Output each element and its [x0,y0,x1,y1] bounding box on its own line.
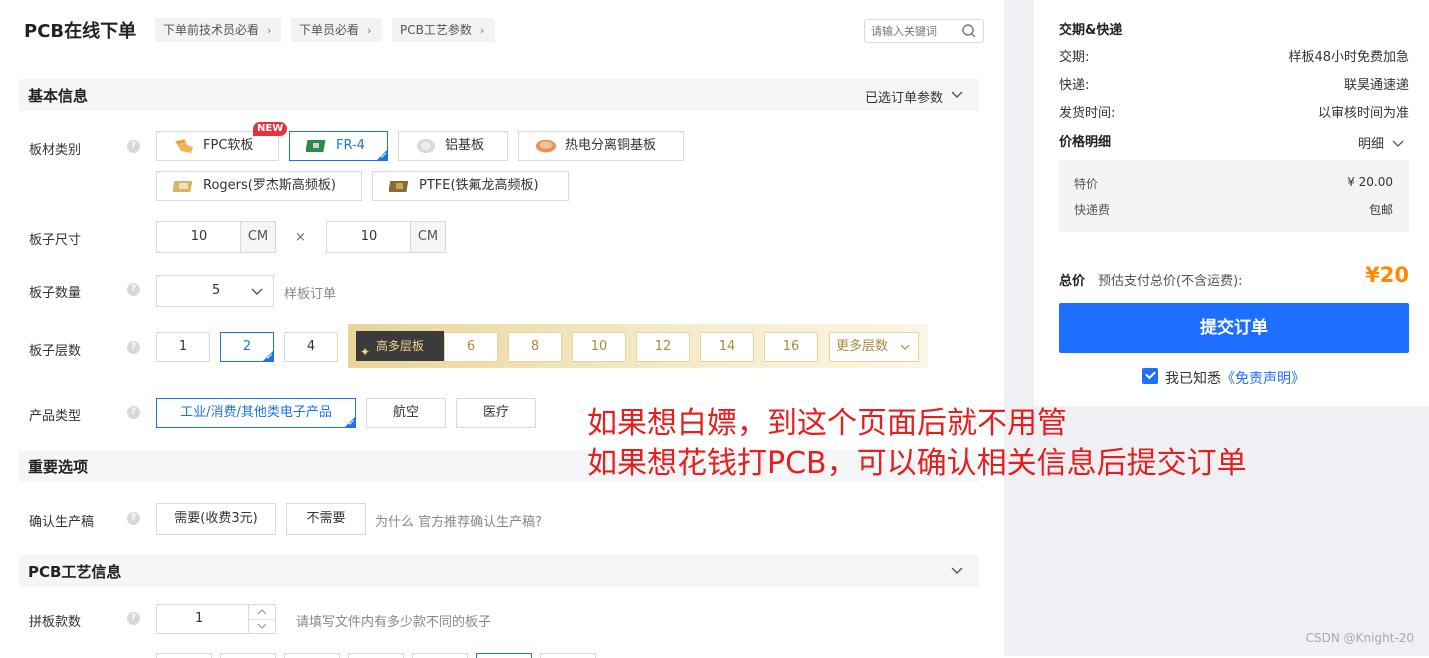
layer-option-8[interactable]: 8 [508,332,562,362]
chevron-down-icon [251,288,263,295]
delivery-key: 交期: [1059,50,1090,65]
ship-time-key: 发货时间: [1059,106,1116,121]
ptfe-board-icon [389,181,409,192]
panel-count-stepper[interactable]: 1 [156,604,276,634]
help-icon[interactable]: ? [127,140,140,153]
stepper-buttons [248,605,275,633]
shipping-fee-value: 包邮 [1368,203,1393,217]
chevron-down-icon[interactable] [257,621,267,631]
quantity-label: 板子数量 [29,286,82,301]
confirm-option-yes[interactable]: 需要(收费3元) [156,503,276,535]
special-price-value: ¥ 20.00 [1347,175,1393,189]
special-price-key: 特价 [1074,177,1099,191]
material-option-ptfe[interactable]: PTFE(铁氟龙高频板) [372,171,569,201]
layer-option-12[interactable]: 12 [636,332,690,362]
sparkle-icon: ✦ [360,345,371,359]
panel-count-hint: 请填写文件内有多少款不同的板子 [296,615,492,630]
quantity-select[interactable]: 5 [156,275,274,307]
help-icon[interactable]: ? [127,341,140,354]
breadcrumb-order-guide[interactable]: 下单员必看 › [291,18,382,42]
price-detail-box: 特价 ¥ 20.00 快递费 包邮 [1059,160,1409,232]
chevron-down-icon [900,344,910,350]
confirm-label: 确认生产稿 [29,515,95,530]
chevron-down-icon[interactable] [949,86,965,102]
agree-text: 我已知悉《免责声明》 [1165,371,1305,387]
layer-option-2[interactable]: 2 [220,332,274,362]
help-icon[interactable]: ? [127,612,140,625]
chevron-down-icon[interactable] [949,562,965,578]
breadcrumb-tech-guide[interactable]: 下单前技术员必看 › [155,18,281,42]
height-input[interactable]: 10 CM [326,221,446,253]
section-basic-info[interactable]: 基本信息 已选订单参数 [19,79,979,111]
ship-time-value: 以审核时间为准 [1317,106,1409,121]
express-value: 联昊通速递 [1343,78,1409,93]
fpc-board-icon [175,139,193,153]
panel-count-label: 拼板款数 [29,615,82,630]
price-title: 价格明细 [1059,135,1112,150]
help-icon[interactable]: ? [127,512,140,525]
confirm-option-no[interactable]: 不需要 [286,503,366,535]
breadcrumb-pcb-params[interactable]: PCB工艺参数 › [392,18,495,42]
layer-option-1[interactable]: 1 [156,332,210,362]
chevron-up-icon[interactable] [257,607,267,617]
watermark: CSDN @Knight-20 [1305,631,1414,645]
total-note: 预估支付总价(不含运费): [1098,274,1243,289]
material-option-rogers[interactable]: Rogers(罗杰斯高频板) [156,171,362,201]
annotation-line-2: 如果想花钱打PCB，可以确认相关信息后提交订单 [587,446,1247,481]
layer-option-6[interactable]: 6 [444,332,498,362]
total-price: ¥20 [1365,263,1409,287]
shipping-fee-key: 快递费 [1074,203,1111,217]
disclaimer-link[interactable]: 《免责声明》 [1221,371,1305,387]
material-option-aluminum[interactable]: 铝基板 [398,131,508,161]
delivery-value: 样板48小时免费加急 [1288,50,1409,65]
chevron-down-icon [1392,140,1404,147]
product-option-electronics[interactable]: 工业/消费/其他类电子产品 [156,398,356,428]
material-option-copper[interactable]: 热电分离铜基板 [518,131,684,161]
section-title: 重要选项 [28,458,89,476]
multilayer-panel: ✦ 高多层板 6 8 10 12 14 16 更多层数 [348,324,928,368]
copper-board-icon [535,139,557,153]
product-type-label: 产品类型 [29,409,82,424]
chevron-right-icon: › [267,24,272,37]
aluminum-board-icon [417,139,435,153]
section-title: 基本信息 [28,87,89,105]
fr4-board-icon [306,140,326,152]
help-icon[interactable]: ? [127,406,140,419]
section-pcb-process[interactable]: PCB工艺信息 [19,555,979,587]
search-icon[interactable] [961,23,977,39]
total-label: 总价 [1059,274,1086,289]
multilayer-tag: ✦ 高多层板 [356,331,444,361]
times-sign: × [295,230,306,245]
width-input[interactable]: 10 CM [156,221,276,253]
rogers-board-icon [173,181,193,192]
chevron-right-icon: › [367,24,372,37]
material-option-fr4[interactable]: FR-4 [289,131,388,161]
more-layers-dropdown[interactable]: 更多层数 [829,332,919,362]
search-box[interactable] [864,19,984,43]
section-title: PCB工艺信息 [28,563,122,581]
submit-order-button[interactable]: 提交订单 [1059,303,1409,353]
help-icon[interactable]: ? [127,283,140,296]
product-option-aviation[interactable]: 航空 [366,398,446,428]
page-title: PCB在线下单 [24,21,137,42]
agree-checkbox[interactable] [1142,368,1158,384]
selected-params-link[interactable]: 已选订单参数 [865,87,943,106]
size-label: 板子尺寸 [29,233,82,248]
quantity-hint: 样板订单 [284,287,337,302]
price-detail-toggle[interactable]: 明细 [1358,133,1404,152]
search-input[interactable] [871,22,959,40]
layer-option-14[interactable]: 14 [700,332,754,362]
material-label: 板材类别 [29,143,82,158]
confirm-hint[interactable]: 为什么 官方推荐确认生产稿? [375,511,542,530]
layer-option-4[interactable]: 4 [284,332,338,362]
express-key: 快递: [1059,78,1090,93]
delivery-title: 交期&快递 [1059,23,1123,38]
layer-option-10[interactable]: 10 [572,332,626,362]
chevron-right-icon: › [479,24,485,37]
layers-label: 板子层数 [29,344,82,359]
product-option-medical[interactable]: 医疗 [456,398,536,428]
new-badge: NEW [253,122,288,136]
annotation-line-1: 如果想白嫖，到这个页面后就不用管 [587,406,1067,441]
layer-option-16[interactable]: 16 [764,332,818,362]
